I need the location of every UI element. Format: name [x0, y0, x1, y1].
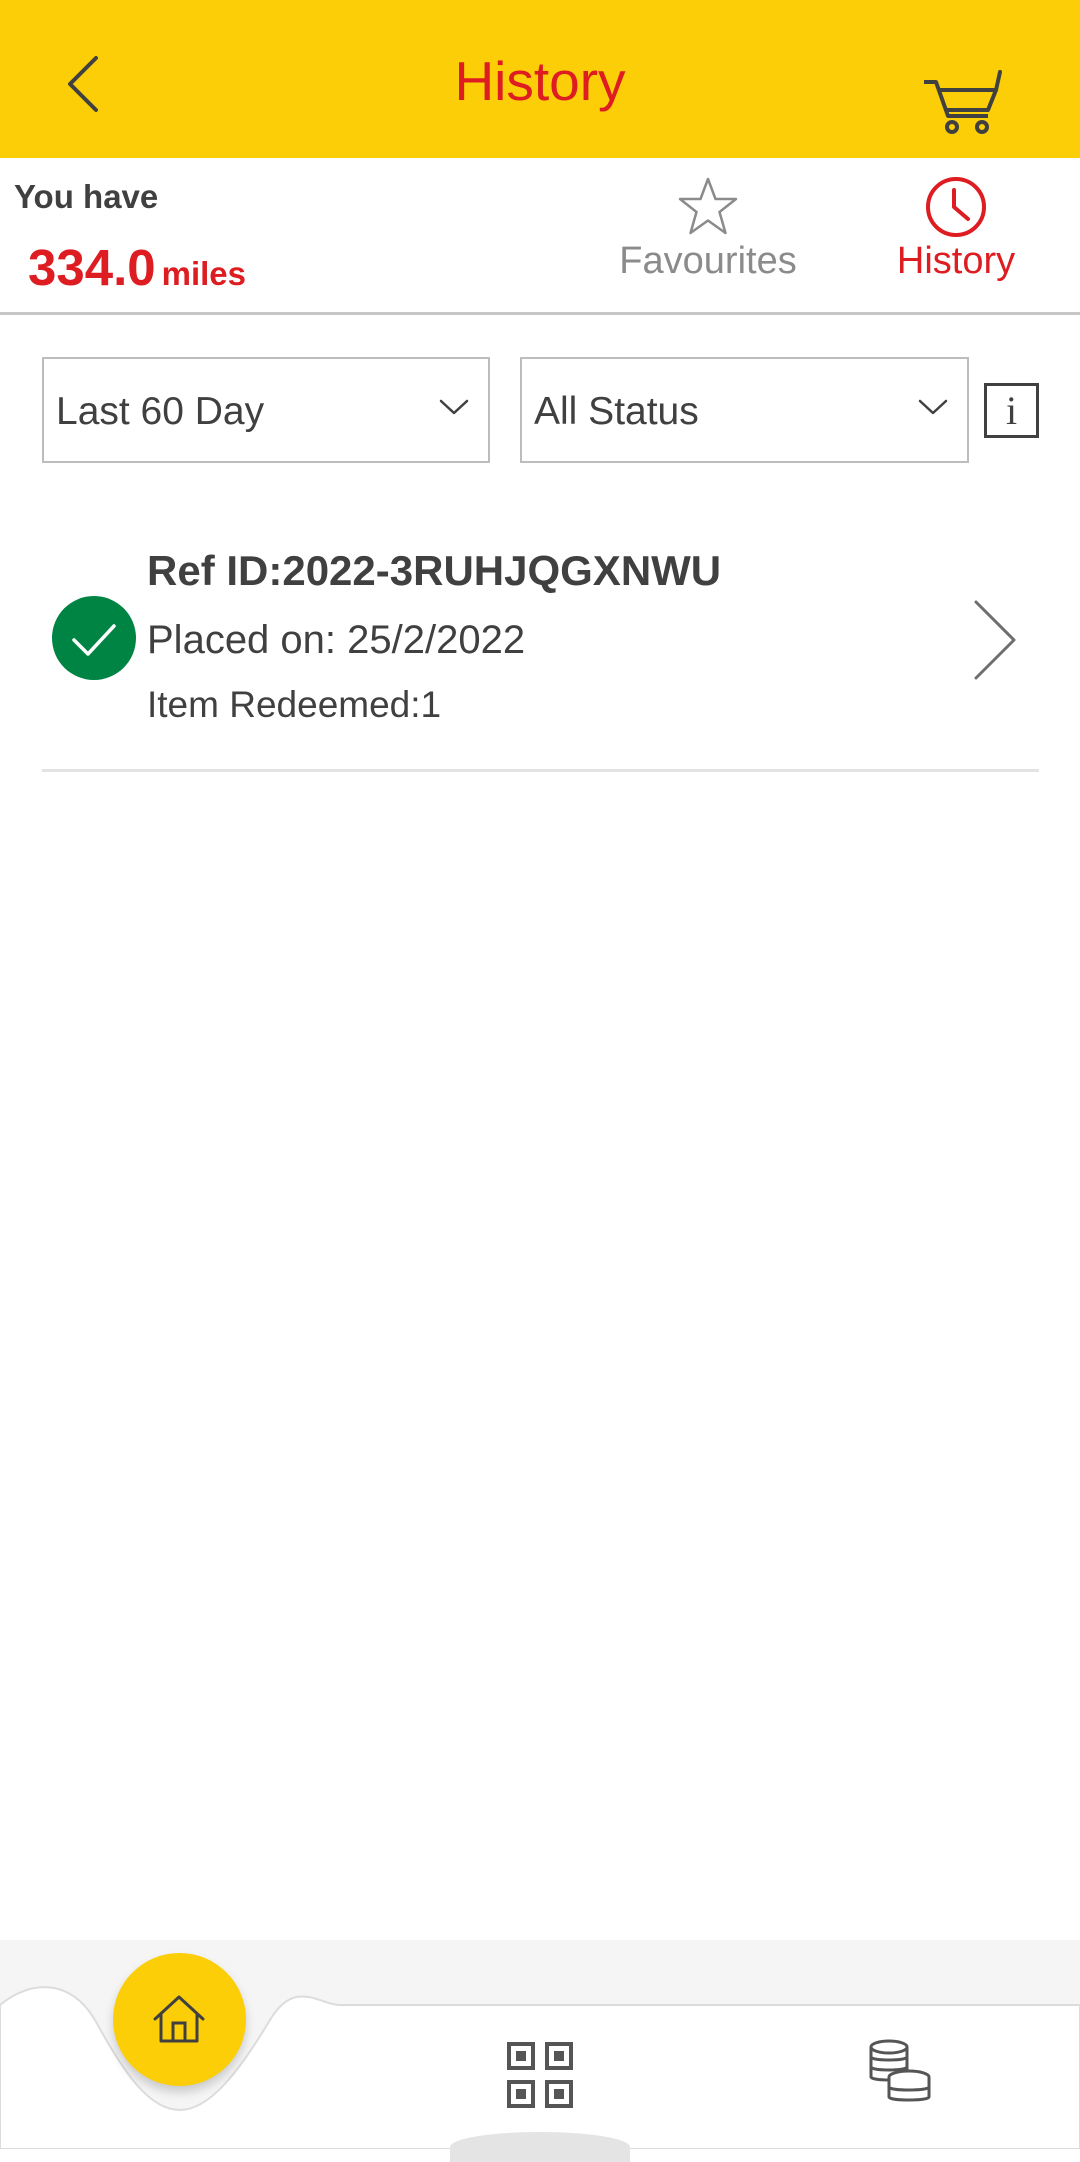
order-items-redeemed: Item Redeemed:1 [147, 684, 442, 725]
tab-favourites[interactable]: Favourites [598, 176, 818, 296]
chevron-left-icon [68, 56, 98, 112]
rewards-button[interactable] [865, 2037, 935, 2107]
chevron-down-icon [439, 399, 469, 415]
home-button[interactable] [113, 1953, 246, 2086]
back-button[interactable] [52, 44, 122, 124]
order-list-item[interactable]: Ref ID:2022-3RUHJQGXNWU Placed on: 25/2/… [42, 520, 1039, 770]
divider [0, 312, 1080, 315]
check-circle-icon [52, 596, 136, 680]
qr-scan-button[interactable] [505, 2040, 575, 2110]
date-range-select[interactable]: Last 60 Day [42, 357, 490, 463]
order-ref-id: Ref ID:2022-3RUHJQGXNWU [147, 547, 722, 594]
chevron-right-icon [974, 600, 1016, 680]
miles-unit: miles [161, 255, 247, 292]
info-button[interactable]: i [984, 383, 1039, 438]
home-icon [153, 1995, 205, 2043]
divider [42, 769, 1039, 772]
home-indicator [450, 2132, 630, 2162]
qr-code-icon [507, 2042, 573, 2108]
cart-icon [924, 70, 1002, 134]
info-icon: i [1005, 388, 1018, 433]
app-header: History [0, 0, 1080, 158]
page-title: History [454, 50, 626, 112]
order-placed-date: Placed on: 25/2/2022 [147, 618, 526, 662]
tab-favourites-label: Favourites [619, 240, 797, 282]
star-icon [678, 177, 738, 235]
chevron-down-icon [918, 399, 948, 415]
coins-icon [869, 2039, 931, 2102]
miles-balance: 334.0 miles [28, 238, 246, 297]
tab-history-label: History [896, 240, 1016, 282]
date-range-value: Last 60 Day [56, 390, 265, 433]
balance-bar: You have 334.0 miles Favourites History [0, 158, 1080, 312]
status-value: All Status [534, 390, 699, 433]
balance-label: You have [14, 178, 159, 215]
status-select[interactable]: All Status [520, 357, 969, 463]
cart-button[interactable] [922, 66, 1004, 136]
clock-icon [926, 177, 986, 237]
miles-value: 334.0 [28, 239, 156, 296]
tab-history[interactable]: History [846, 176, 1066, 296]
